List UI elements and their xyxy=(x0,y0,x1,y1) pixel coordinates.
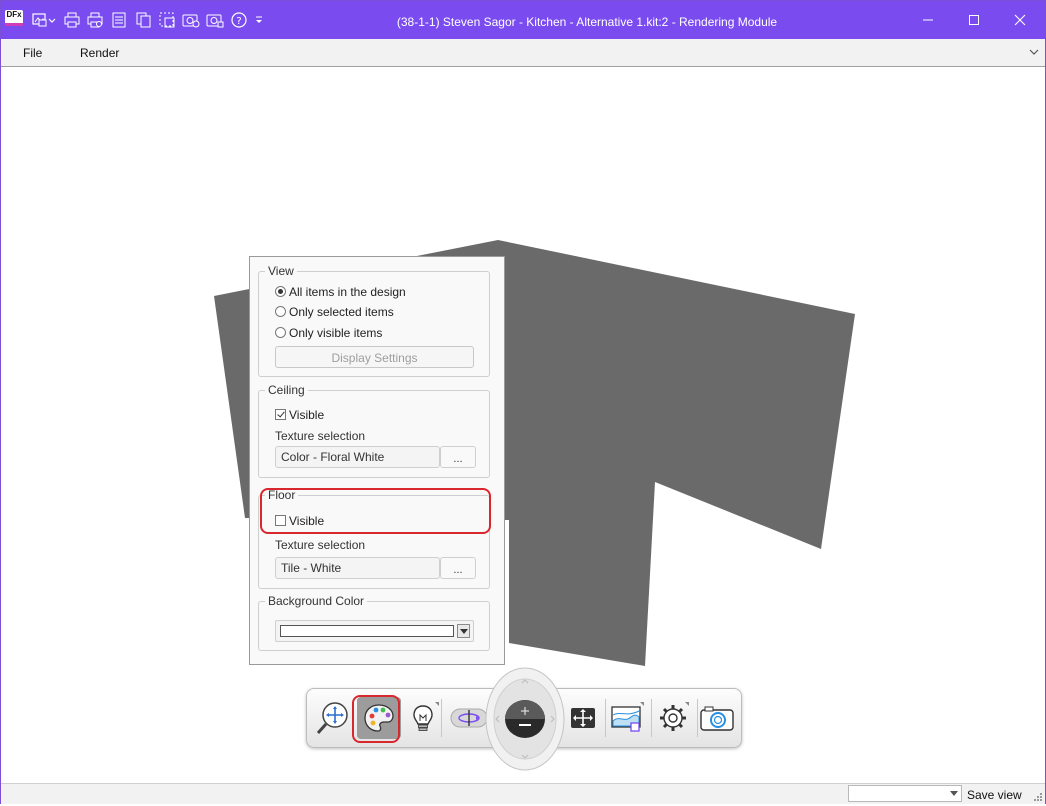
rendering-window: DFx ? (38-1-1) Steven Sagor - Kitchen - … xyxy=(0,0,1046,804)
menu-bar: File Render xyxy=(1,39,1045,67)
help-icon[interactable]: ? xyxy=(230,11,248,29)
floor-texture-field[interactable]: Tile - White xyxy=(275,557,440,579)
ceiling-group: Ceiling Visible Texture selection Color … xyxy=(258,383,490,478)
view-group: View All items in the design Only select… xyxy=(258,264,490,377)
image-export-icon[interactable] xyxy=(31,11,57,29)
title-bar: DFx ? (38-1-1) Steven Sagor - Kitchen - … xyxy=(1,1,1045,39)
select-area-icon[interactable] xyxy=(158,11,176,29)
zoom-dial[interactable] xyxy=(485,667,565,771)
fit-view-icon[interactable] xyxy=(561,697,605,739)
copy-icon[interactable] xyxy=(135,11,153,29)
camera-settings-icon[interactable] xyxy=(181,11,201,29)
status-bar: Save view xyxy=(1,783,1045,804)
resize-grip-icon[interactable] xyxy=(1033,792,1043,802)
render-settings-icon[interactable] xyxy=(205,11,225,29)
view-group-title: View xyxy=(265,264,297,278)
print-preview-icon[interactable] xyxy=(86,11,104,29)
background-color-picker[interactable] xyxy=(275,620,474,642)
display-options-panel: View All items in the design Only select… xyxy=(249,256,505,665)
page-setup-icon[interactable] xyxy=(111,11,127,29)
ceiling-texture-label: Texture selection xyxy=(275,429,366,443)
save-view-button[interactable]: Save view xyxy=(967,784,1022,804)
app-logo: DFx xyxy=(5,10,23,26)
radio-unselected-icon xyxy=(275,327,286,338)
close-icon[interactable] xyxy=(997,1,1043,39)
background-color-title: Background Color xyxy=(265,594,368,608)
ceiling-texture-browse-button[interactable]: ... xyxy=(440,446,476,468)
camera-icon[interactable] xyxy=(695,697,739,739)
checkbox-checked-icon xyxy=(275,409,286,420)
radio-unselected-icon xyxy=(275,306,286,317)
palette-highlight xyxy=(352,695,400,743)
zoom-navigate-icon[interactable] xyxy=(311,697,355,739)
display-settings-button[interactable]: Display Settings xyxy=(275,346,474,368)
floor-visible-highlight xyxy=(260,488,491,534)
window-title: (38-1-1) Steven Sagor - Kitchen - Altern… xyxy=(396,15,778,29)
floor-texture-label: Texture selection xyxy=(275,538,366,552)
dropdown-arrow-icon[interactable] xyxy=(950,791,958,796)
customize-icon[interactable] xyxy=(253,11,265,29)
lighting-icon[interactable] xyxy=(401,697,445,739)
ceiling-texture-field[interactable]: Color - Floral White xyxy=(275,446,440,468)
floor-texture-browse-button[interactable]: ... xyxy=(440,557,476,579)
background-image-icon[interactable] xyxy=(605,697,649,739)
ceiling-group-title: Ceiling xyxy=(265,383,308,397)
maximize-icon[interactable] xyxy=(951,1,997,39)
settings-gear-icon[interactable] xyxy=(651,697,695,739)
svg-text:?: ? xyxy=(236,16,241,27)
menu-render[interactable]: Render xyxy=(80,39,119,66)
dropdown-arrow-icon[interactable] xyxy=(457,624,470,638)
print-icon[interactable] xyxy=(63,11,81,29)
menu-file[interactable]: File xyxy=(23,39,42,66)
background-color-group: Background Color xyxy=(258,594,490,651)
minimize-icon[interactable] xyxy=(905,1,951,39)
saved-views-combo[interactable] xyxy=(848,785,962,802)
radio-selected-icon xyxy=(275,286,286,297)
ribbon-collapse-chevron-icon[interactable] xyxy=(1029,47,1039,57)
background-color-swatch xyxy=(280,625,454,637)
